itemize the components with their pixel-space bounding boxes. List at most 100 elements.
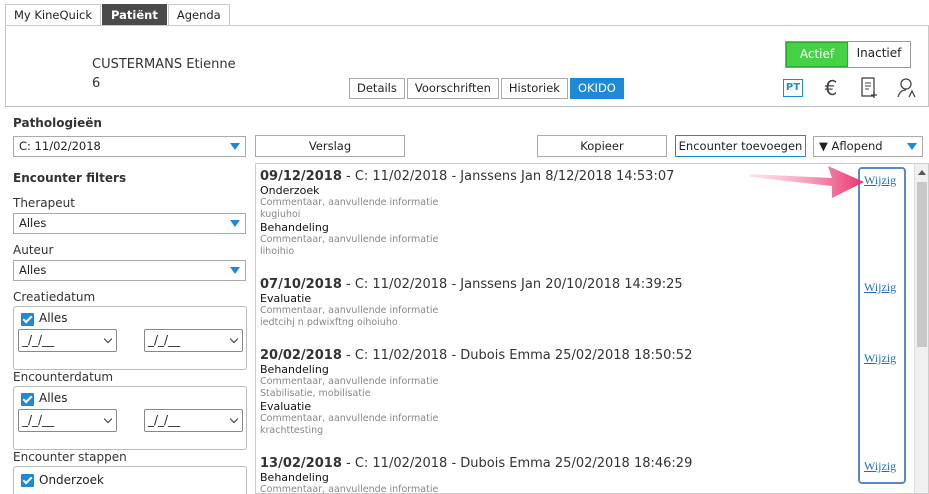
step-type: Behandeling [260, 363, 329, 376]
therapeut-select[interactable]: Alles [13, 213, 246, 234]
step-comment: Stabilisatie, mobilisatie [260, 388, 371, 399]
header-icons: PT € [781, 76, 919, 100]
kopieer-button[interactable]: Kopieer [537, 135, 667, 157]
encounter-date: 09/12/2018 [260, 169, 342, 184]
subtab-details[interactable]: Details [349, 78, 405, 99]
user-settings-icon[interactable] [895, 76, 919, 100]
encounter-details: - C: 11/02/2018 - Janssens Jan 20/10/201… [341, 277, 683, 292]
actief-button[interactable]: Actief [786, 42, 848, 67]
encounter-stappen-label: Encounter stappen [13, 450, 127, 464]
encounter-date: 20/02/2018 [260, 348, 342, 363]
sort-order-select[interactable]: ▼ Aflopend [813, 136, 923, 157]
pathology-select-value: C: 11/02/2018 [19, 139, 101, 153]
encounter-title: 13/02/2018 - C: 11/02/2018 - Dubois Emma… [260, 456, 860, 471]
encounter-title: 20/02/2018 - C: 11/02/2018 - Dubois Emma… [260, 348, 860, 363]
caret-down-icon [907, 143, 917, 150]
creatiedatum-to-select[interactable]: _/_/__ [144, 329, 243, 352]
patient-number: 6 [92, 76, 101, 91]
date-placeholder: _/_/__ [148, 413, 181, 427]
scroll-thumb[interactable] [917, 182, 927, 347]
encounterdatum-label: Encounterdatum [13, 370, 114, 384]
encounter-details: - C: 11/02/2018 - Janssens Jan 8/12/2018… [341, 169, 675, 184]
auteur-select[interactable]: Alles [13, 260, 246, 281]
encounter-list: 09/12/2018 - C: 11/02/2018 - Janssens Ja… [255, 163, 929, 494]
encounterdatum-all-label: Alles [39, 391, 68, 405]
creatiedatum-all-label: Alles [39, 311, 68, 325]
encounterdatum-filter: Alles _/_/__ _/_/__ [13, 386, 247, 450]
creatiedatum-label: Creatiedatum [13, 290, 96, 304]
step-comment-label: Commentaar, aanvullende informatie [260, 484, 439, 494]
encounterdatum-from-select[interactable]: _/_/__ [18, 409, 117, 432]
encounter-stappen-filter: Onderzoek [13, 466, 247, 494]
step-comment-label: Commentaar, aanvullende informatie [260, 234, 439, 245]
encounter-filters-title: Encounter filters [13, 171, 127, 185]
onderzoek-label: Onderzoek [39, 473, 104, 487]
creatiedatum-all-checkbox[interactable] [21, 313, 34, 326]
encounterdatum-to-select[interactable]: _/_/__ [144, 409, 243, 432]
auteur-label: Auteur [13, 243, 54, 257]
therapeut-select-value: Alles [19, 216, 47, 230]
onderzoek-checkbox[interactable] [21, 474, 34, 487]
pt-icon[interactable]: PT [781, 76, 805, 100]
auteur-select-value: Alles [19, 263, 47, 277]
inactief-button[interactable]: Inactief [848, 42, 910, 67]
step-comment: lihoihio [260, 246, 295, 257]
date-placeholder: _/_/__ [22, 413, 55, 427]
encounter-date: 13/02/2018 [260, 456, 342, 471]
euro-icon[interactable]: € [819, 76, 843, 100]
chevron-down-icon [229, 414, 239, 424]
patient-name: CUSTERMANS Etienne [92, 57, 236, 72]
tab-patient[interactable]: Patiënt [102, 4, 167, 25]
wijzig-link[interactable]: Wijzig [864, 280, 896, 295]
pt-icon-label: PT [783, 79, 803, 97]
wijzig-link[interactable]: Wijzig [864, 173, 896, 188]
euro-icon-glyph: € [824, 76, 838, 100]
subtab-historiek[interactable]: Historiek [500, 78, 568, 99]
pathology-select[interactable]: C: 11/02/2018 [13, 136, 246, 157]
patient-subtabs: Details Voorschriften Historiek OKIDO [349, 78, 626, 99]
subtab-okido[interactable]: OKIDO [569, 78, 624, 99]
verslag-button[interactable]: Verslag [255, 135, 405, 157]
caret-down-icon [230, 220, 240, 227]
wijzig-link[interactable]: Wijzig [864, 459, 896, 474]
chevron-down-icon [229, 334, 239, 344]
subtab-voorschriften[interactable]: Voorschriften [406, 78, 499, 99]
step-comment-label: Commentaar, aanvullende informatie [260, 305, 439, 316]
tab-my-kinequick[interactable]: My KineQuick [5, 4, 102, 25]
creatiedatum-from-select[interactable]: _/_/__ [18, 329, 117, 352]
sort-order-value: ▼ Aflopend [819, 139, 883, 153]
wijzig-link[interactable]: Wijzig [864, 351, 896, 366]
chevron-down-icon [103, 414, 113, 424]
encounter-date: 07/10/2018 [260, 277, 342, 292]
step-comment-label: Commentaar, aanvullende informatie [260, 376, 439, 387]
step-comment: kugiuhoi [260, 209, 301, 220]
annotation-arrow-icon [750, 166, 864, 198]
top-tabs: My KineQuick Patiënt Agenda [5, 4, 231, 25]
encounterdatum-all-checkbox[interactable] [21, 393, 34, 406]
list-scrollbar[interactable] [914, 164, 928, 493]
encounter-item: 20/02/2018 - C: 11/02/2018 - Dubois Emma… [260, 348, 860, 437]
status-toggle: Actief Inactief [785, 41, 911, 68]
encounter-toevoegen-button[interactable]: Encounter toevoegen [675, 135, 806, 157]
step-type: Behandeling [260, 471, 329, 484]
encounter-title: 07/10/2018 - C: 11/02/2018 - Janssens Ja… [260, 277, 860, 292]
tab-agenda[interactable]: Agenda [167, 4, 230, 25]
date-placeholder: _/_/__ [148, 333, 181, 347]
scroll-up-arrow-icon[interactable] [918, 170, 926, 175]
patient-header: CUSTERMANS Etienne 6 Details Voorschrift… [5, 25, 929, 107]
pathologies-title: Pathologieën [13, 116, 102, 130]
step-comment-label: Commentaar, aanvullende informatie [260, 413, 439, 424]
step-type: Behandeling [260, 221, 329, 234]
creatiedatum-filter: Alles _/_/__ _/_/__ [13, 306, 247, 370]
step-comment: krachttesting [260, 425, 324, 436]
encounter-item: 13/02/2018 - C: 11/02/2018 - Dubois Emma… [260, 456, 860, 494]
document-add-icon[interactable] [857, 76, 881, 100]
date-placeholder: _/_/__ [22, 333, 55, 347]
encounter-item: 07/10/2018 - C: 11/02/2018 - Janssens Ja… [260, 277, 860, 329]
wijzig-highlight-box [858, 167, 906, 484]
caret-down-icon [230, 267, 240, 274]
chevron-down-icon [103, 334, 113, 344]
caret-down-icon [230, 143, 240, 150]
encounter-details: - C: 11/02/2018 - Dubois Emma 25/02/2018… [341, 456, 693, 471]
encounter-details: - C: 11/02/2018 - Dubois Emma 25/02/2018… [341, 348, 693, 363]
